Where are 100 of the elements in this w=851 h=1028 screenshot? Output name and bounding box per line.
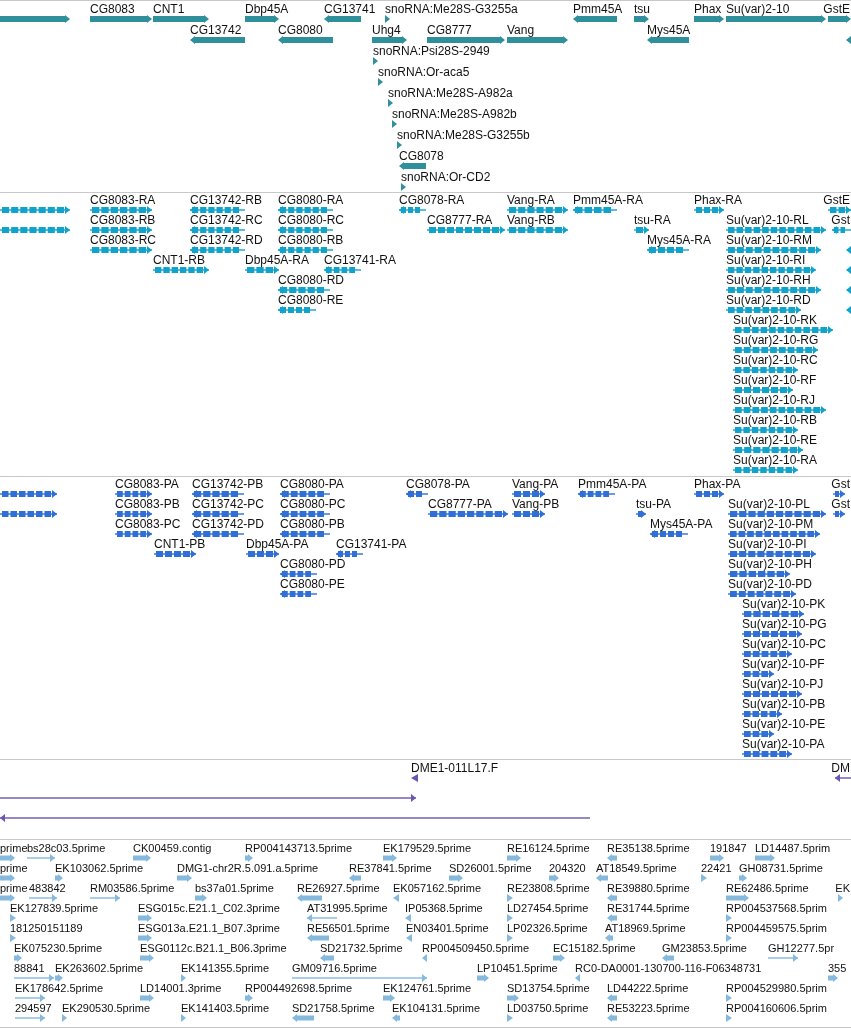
feature-label: RE53223.5prime <box>607 1002 690 1015</box>
feature-label: Su(var)2-10-PH <box>728 558 813 571</box>
feature-label: snoRNA:Me28S-G3255a <box>385 3 518 16</box>
feature-label: bs28c03.5prime <box>27 842 106 855</box>
feature-label: RP004529980.5prim <box>726 982 827 995</box>
feature-label: CG8080 <box>278 24 323 37</box>
feature-label: tsu-RA <box>634 214 671 227</box>
feature-label: Pmm45A-RA <box>573 194 643 207</box>
feature-label: CG8777 <box>427 24 472 37</box>
feature-label: CG8078-PA <box>406 478 470 491</box>
feature-label: RE39880.5prime <box>607 882 690 895</box>
feature-label: CG8083-PB <box>115 498 180 511</box>
feature-label: 191847 <box>710 842 747 855</box>
feature-label: RP004143713.5prime <box>245 842 353 855</box>
feature-label: Su(var)2-10-RD <box>726 294 811 307</box>
feature-label: CG8080-PD <box>280 558 346 571</box>
feature-label: Vang-RB <box>507 214 555 227</box>
feature-label: LD03750.5prime <box>507 1002 589 1015</box>
feature-label: Uhg4 <box>372 24 401 37</box>
feature-label: DM <box>831 762 850 775</box>
feature-label: prime <box>0 862 28 875</box>
feature-label: CG13742-RC <box>190 214 263 227</box>
feature-label: CG8080-PB <box>280 518 345 531</box>
feature-label: Dbp45A <box>245 3 289 16</box>
feature-label: RE37841.5prime <box>349 862 432 875</box>
feature-label: Mys45A-PA <box>650 518 713 531</box>
feature-label: LD44222.5prime <box>607 982 689 995</box>
feature-label: SD13754.5prime <box>507 982 590 995</box>
feature-label: 483842 <box>29 882 66 895</box>
feature-label: EK057162.5prime <box>393 882 482 895</box>
feature-label: 181250151189 <box>10 922 83 935</box>
feature-label: Su(var)2-10-RJ <box>733 394 816 407</box>
feature-label: Su(var)2-10-PB <box>742 698 826 711</box>
feature-label: EK <box>835 882 850 895</box>
feature-label: Dbp45A-RA <box>245 254 310 267</box>
feature-label: Su(var)2-10-RM <box>726 234 812 247</box>
feature-label: Su(var)2-10-PK <box>742 598 826 611</box>
feature-label: CG8777-PA <box>428 498 492 511</box>
feature-label: snoRNA:Me28S-G3255b <box>397 129 530 142</box>
feature-label: SD21758.5prime <box>292 1002 375 1015</box>
feature-label: Phax-PA <box>694 478 741 491</box>
feature-label: RC0-DA0001-130700-116-F06348731 <box>575 962 762 975</box>
feature-label: Gst <box>831 214 850 227</box>
feature-label: Gst <box>831 498 850 511</box>
feature-label: RE56501.5prime <box>307 922 390 935</box>
feature-label: EK263602.5prime <box>55 962 144 975</box>
feature-label: CG13741 <box>324 3 376 16</box>
feature-label: prime <box>0 882 28 895</box>
feature-label: CG13741-PA <box>336 538 407 551</box>
feature-label: Su(var)2-10-RE <box>733 434 818 447</box>
feature-label: Mys45A-RA <box>647 234 711 247</box>
feature-label: EK103062.5prime <box>55 862 144 875</box>
feature-label: EK290530.5prime <box>62 1002 151 1015</box>
feature-label: CG8080-RC <box>278 214 345 227</box>
feature-label: CG13742-PB <box>192 478 264 491</box>
feature-label: DME1-011L17.F <box>411 762 499 775</box>
feature-label: Vang-PA <box>512 478 559 491</box>
feature-label: CG13742 <box>190 24 242 37</box>
feature-label: RP004537568.5prim <box>726 902 827 915</box>
feature-label: CG13742-PC <box>192 498 265 511</box>
feature-label: snoRNA:Psi28S-2949 <box>373 45 490 58</box>
feature-label: tsu-PA <box>636 498 672 511</box>
feature-label: Mys45A <box>647 24 691 37</box>
feature-label: snoRNA:Or-CD2 <box>401 171 491 184</box>
feature-label: EK075230.5prime <box>14 942 103 955</box>
feature-label: Phax <box>694 3 722 16</box>
feature-label: EK141355.5prime <box>181 962 270 975</box>
feature-label: CG8083-RA <box>90 194 156 207</box>
feature-label: GH12277.5pr <box>768 942 835 955</box>
feature-label: RP004492698.5prime <box>245 982 353 995</box>
feature-label: 355 <box>828 962 847 975</box>
feature-label: LD14487.5prim <box>755 842 831 855</box>
feature-label: 204320 <box>549 862 586 875</box>
feature-label: CG8080-RA <box>278 194 344 207</box>
feature-label: snoRNA:Me28S-A982b <box>392 108 517 121</box>
feature-label: Su(var)2-10-RF <box>733 374 817 387</box>
feature-label: Su(var)2-10-PI <box>728 538 807 551</box>
feature-label: LD27454.5prime <box>507 902 589 915</box>
feature-label: Su(var)2-10-RA <box>733 454 818 467</box>
feature-label: RP004160606.5prim <box>726 1002 827 1015</box>
feature-label: CG8080-RE <box>278 294 344 307</box>
feature-label: ESG013a.E21.1_B07.3prime <box>138 922 280 935</box>
feature-label: LD14001.3prime <box>140 982 222 995</box>
feature-label: RM03586.5prime <box>90 882 175 895</box>
feature-label: Su(var)2-10-PM <box>728 518 814 531</box>
feature-label: CG8083-PA <box>115 478 179 491</box>
feature-label: CG13742-PD <box>192 518 265 531</box>
feature-label: Su(var)2-10-PJ <box>742 678 824 691</box>
feature-label: CG8083-PC <box>115 518 181 531</box>
feature-label: AT18969.5prime <box>605 922 686 935</box>
feature-label: GstE <box>823 194 850 207</box>
feature-label: LP02326.5prime <box>507 922 588 935</box>
feature-label: Su(var)2-10-RH <box>726 274 811 287</box>
feature-label: ESG0112c.B21.1_B06.3prime <box>140 942 287 955</box>
feature-label: 22421 <box>701 862 732 875</box>
feature-label: Su(var)2-10-PE <box>742 718 826 731</box>
feature-label: CG8083 <box>90 3 135 16</box>
feature-label: RE62486.5prime <box>726 882 809 895</box>
feature-label: RP004509450.5prime <box>422 942 530 955</box>
feature-label: Gst <box>831 478 850 491</box>
